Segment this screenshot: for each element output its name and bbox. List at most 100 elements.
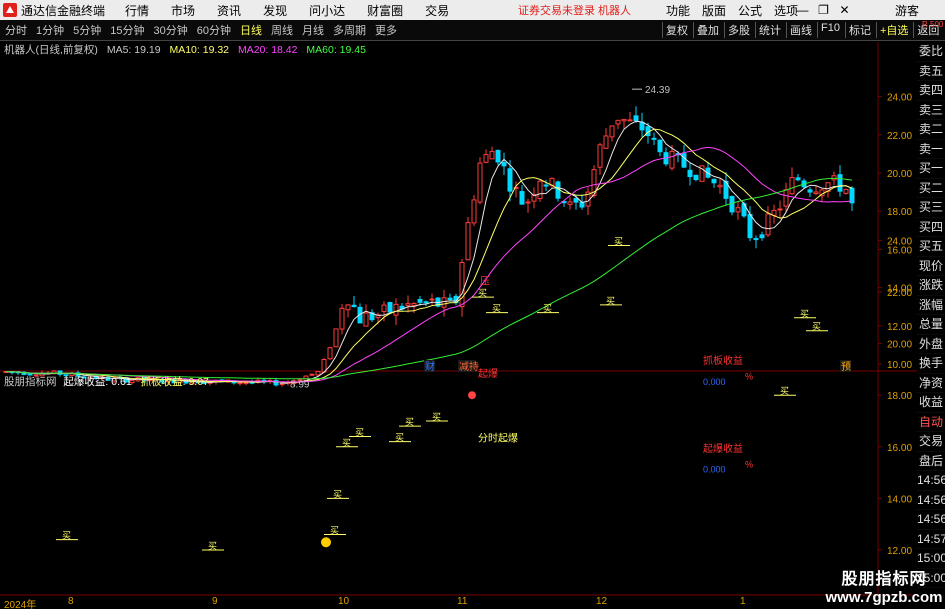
period-more[interactable]: 更多 [375, 22, 397, 38]
tool-duogu[interactable]: 多股 [724, 22, 753, 38]
panel-item[interactable]: 委比 [917, 42, 945, 62]
candle-body [345, 304, 351, 311]
period-5min[interactable]: 5分钟 [73, 22, 101, 38]
date-label: 12 [596, 596, 608, 607]
panel-item[interactable]: 总量 [917, 315, 945, 335]
panel-item[interactable]: 卖二 [917, 120, 945, 140]
period-monthly[interactable]: 月线 [302, 22, 324, 38]
y-tick-label: 20.00 [887, 169, 912, 180]
period-toolbar: 分时 1分钟 5分钟 15分钟 30分钟 60分钟 日线 周线 月线 多周期 更… [0, 20, 945, 41]
menu-gongneng[interactable]: 功能 [666, 2, 690, 19]
menu-item-wenxiaoda[interactable]: 问小达 [309, 2, 345, 19]
candle-body [441, 297, 447, 308]
panel-item[interactable]: 外盘 [917, 335, 945, 354]
event-tag: 财 [425, 360, 435, 373]
candle-body [519, 191, 525, 205]
candle-body [429, 298, 435, 301]
minimize-button[interactable]: — [792, 3, 813, 17]
ma5-value: MA5: 19.19 [106, 44, 161, 56]
period-1min[interactable]: 1分钟 [36, 22, 64, 38]
panel-item[interactable]: 现价 [917, 257, 945, 276]
candle-body [387, 302, 393, 313]
lower-panel-header: 股朋指标网 起爆收益: 0.61 抓板收益: 9.07 [4, 374, 209, 389]
menu-gongshi[interactable]: 公式 [738, 2, 762, 19]
candle-body [765, 213, 771, 236]
login-warning[interactable]: 证券交易未登录 机器人 [518, 2, 631, 18]
candle-body [411, 302, 417, 307]
candle-body [477, 162, 483, 203]
panel-item[interactable]: 涨跌 [917, 276, 945, 296]
buy-signal-label: 买 [812, 322, 821, 332]
restore-button[interactable]: ❐ [813, 3, 834, 17]
menu-item-hangqing[interactable]: 行情 [125, 2, 149, 19]
candle-body [681, 153, 687, 168]
corner-tag: R 500 [922, 20, 944, 29]
buy-signal-label: 买 [606, 296, 615, 306]
tool-add-watchlist[interactable]: +自选 [875, 22, 911, 38]
panel-item[interactable]: 卖一 [917, 140, 945, 159]
watermark-title: 股朋指标网 [841, 571, 927, 588]
period-60min[interactable]: 60分钟 [197, 22, 231, 38]
period-daily[interactable]: 日线 [240, 22, 262, 38]
panel-item[interactable]: 买三 [917, 198, 945, 218]
close-button[interactable]: ✕ [834, 3, 855, 17]
panel-item[interactable]: 卖四 [917, 81, 945, 101]
pct-sign: % [745, 372, 753, 382]
fenshi-qibao-label: 分时起爆 [478, 433, 518, 445]
menu-item-shichang[interactable]: 市场 [171, 2, 195, 19]
ma60-line [5, 177, 853, 380]
panel-item[interactable]: 盘后 [917, 452, 945, 471]
tool-f10[interactable]: F10 [817, 22, 843, 38]
tool-biaoji[interactable]: 标记 [844, 22, 874, 38]
menu-item-zixun[interactable]: 资讯 [217, 2, 241, 19]
menu-item-faxian[interactable]: 发现 [263, 2, 287, 19]
high-price-label: 24.39 [645, 85, 670, 96]
panel-item[interactable]: 涨幅 [917, 296, 945, 315]
candle-body [843, 188, 849, 194]
menu-item-caifuquan[interactable]: 财富圈 [367, 2, 403, 19]
candle-body [417, 298, 423, 303]
candle-body [489, 150, 495, 160]
candle-body [573, 198, 579, 203]
candle-body [237, 382, 243, 385]
tool-tongji[interactable]: 统计 [755, 22, 784, 38]
menu-banmian[interactable]: 版面 [702, 2, 726, 19]
period-weekly[interactable]: 周线 [271, 22, 293, 38]
y-tick-label: 12.00 [887, 322, 912, 333]
panel-item[interactable]: 买二 [917, 179, 945, 198]
panel-item[interactable]: 买五 [917, 237, 945, 257]
panel-item[interactable]: 卖三 [917, 101, 945, 120]
watermark: 股朋指标网 www.7gpzb.com [823, 565, 945, 609]
panel-item[interactable]: 买四 [917, 218, 945, 237]
indicator-name: 股朋指标网 [4, 376, 57, 388]
smiley-icon [321, 537, 331, 548]
y-tick-label: 16.00 [887, 443, 912, 454]
panel-item[interactable]: 交易 [917, 432, 945, 452]
menu-item-jiaoyi[interactable]: 交易 [425, 2, 449, 19]
panel-time: 14:56 [917, 510, 945, 530]
candle-body [603, 135, 609, 149]
candle-body [747, 213, 753, 239]
y-tick-label: 14.00 [887, 494, 912, 505]
tool-fuquan[interactable]: 复权 [662, 22, 691, 38]
date-label: 2024年 [4, 600, 37, 609]
panel-item[interactable]: 买一 [917, 159, 945, 179]
panel-item[interactable]: 收益 [917, 393, 945, 413]
y-tick-label: 10.00 [887, 360, 912, 371]
panel-item[interactable]: 换手 [917, 354, 945, 374]
period-fenshi[interactable]: 分时 [5, 22, 27, 38]
guest-label[interactable]: 游客 [895, 2, 919, 19]
panel-item-auto[interactable]: 自动 [917, 413, 945, 432]
panel-item[interactable]: 净资 [917, 374, 945, 393]
period-15min[interactable]: 15分钟 [110, 22, 144, 38]
period-multi[interactable]: 多周期 [333, 22, 366, 38]
date-label: 8 [68, 596, 74, 607]
kline-chart[interactable]: 24.00 22.00 20.00 18.00 16.00 14.00 12.00 10.00… [0, 42, 917, 596]
panel-item[interactable]: 卖五 [917, 62, 945, 81]
period-30min[interactable]: 30分钟 [154, 22, 188, 38]
low-price-label: 8.99 [290, 379, 310, 390]
tool-diejia[interactable]: 叠加 [693, 22, 722, 38]
tool-huaxian[interactable]: 画线 [786, 22, 815, 38]
candle-body [813, 191, 819, 194]
y-tick-label: 12.00 [887, 546, 912, 557]
